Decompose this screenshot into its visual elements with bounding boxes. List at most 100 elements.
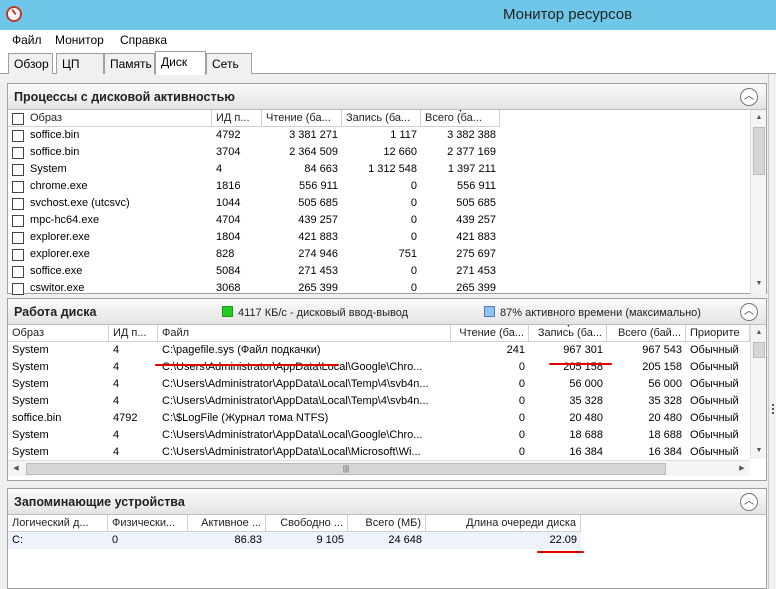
storage-section: Запоминающие устройства ︿ Логический д..… — [7, 488, 767, 589]
disk-activity-scroll-thumb[interactable] — [753, 342, 765, 358]
process-read: 505 685 — [298, 197, 338, 209]
menu-help[interactable]: Справка — [120, 33, 167, 47]
process-read: 439 257 — [298, 214, 338, 226]
process-pid: 4 — [216, 163, 223, 175]
process-pid: 5084 — [216, 265, 241, 277]
collapse-disk-activity-button[interactable]: ︿ — [740, 303, 758, 321]
disk-activity-header[interactable]: Работа диска 4117 КБ/с - дисковый ввод-в… — [8, 299, 766, 325]
row-checkbox[interactable] — [12, 164, 24, 176]
processes-vscrollbar[interactable]: ▲ ▼ — [750, 110, 766, 294]
da-file: C:\Users\Administrator\AppData\Local\Goo… — [162, 361, 423, 373]
tab-network[interactable]: Сеть — [206, 53, 252, 74]
row-checkbox[interactable] — [12, 181, 24, 193]
process-read: 84 663 — [304, 163, 338, 175]
col-da-file[interactable]: Файл — [158, 325, 451, 342]
process-read: 556 911 — [299, 180, 338, 192]
processes-header[interactable]: Процессы с дисковой активностью ︿ — [8, 84, 766, 110]
scroll-up-arrow-icon[interactable]: ▲ — [751, 325, 767, 341]
process-write: 1 117 — [390, 129, 417, 141]
storage-title: Запоминающие устройства — [14, 495, 185, 509]
collapse-processes-button[interactable]: ︿ — [740, 88, 758, 106]
da-total: 20 480 — [648, 412, 682, 424]
col-da-pid[interactable]: ИД п... — [109, 325, 158, 342]
col-da-image[interactable]: Образ — [8, 325, 109, 342]
da-priority: Обычный — [690, 412, 739, 424]
collapse-storage-button[interactable]: ︿ — [740, 493, 758, 511]
scroll-down-arrow-icon[interactable]: ▼ — [751, 276, 767, 292]
storage-header[interactable]: Запоминающие устройства ︿ — [8, 489, 766, 515]
disk-activity-hscroll-thumb[interactable]: ||| — [26, 463, 666, 475]
row-checkbox[interactable] — [12, 283, 24, 295]
row-checkbox[interactable] — [12, 147, 24, 159]
process-read: 265 399 — [298, 282, 338, 294]
tab-cpu[interactable]: ЦП — [56, 53, 104, 74]
storage-queue: 22.09 — [426, 532, 581, 549]
scroll-down-arrow-icon[interactable]: ▼ — [751, 443, 767, 459]
process-write: 0 — [410, 265, 417, 277]
col-physical[interactable]: Физически... — [108, 515, 188, 532]
col-da-total[interactable]: Всего (бай... — [607, 325, 686, 342]
window-title: Монитор ресурсов — [503, 6, 633, 23]
process-image: soffice.exe — [30, 265, 83, 277]
col-image[interactable]: Образ — [8, 110, 212, 127]
da-pid: 4 — [113, 429, 120, 441]
annotation-pagefile-underline — [155, 364, 339, 366]
tab-disk[interactable]: Диск — [155, 51, 206, 75]
process-read: 271 453 — [298, 265, 338, 277]
col-read[interactable]: Чтение (ба... — [262, 110, 342, 127]
select-all-checkbox[interactable] — [12, 113, 24, 125]
process-total: 2 377 169 — [447, 146, 496, 158]
storage-physical: 0 — [108, 532, 188, 549]
scroll-left-arrow-icon[interactable]: ◀ — [8, 461, 24, 477]
menu-bar: Файл Монитор Справка — [0, 30, 776, 50]
tab-memory[interactable]: Память — [104, 53, 155, 74]
row-checkbox[interactable] — [12, 215, 24, 227]
disk-activity-hscrollbar[interactable]: ◀ ||| ▶ — [8, 460, 750, 476]
sort-desc-icon: ▼ — [565, 325, 572, 329]
da-read: 0 — [518, 412, 525, 424]
col-write[interactable]: Запись (ба... — [342, 110, 421, 127]
process-image: cswitor.exe — [30, 282, 85, 294]
col-da-read[interactable]: Чтение (ба... — [451, 325, 529, 342]
row-checkbox[interactable] — [12, 130, 24, 142]
processes-title: Процессы с дисковой активностью — [14, 90, 235, 104]
col-da-priority[interactable]: Приорите — [686, 325, 750, 342]
tab-overview[interactable]: Обзор — [8, 53, 53, 74]
process-read: 3 381 271 — [289, 129, 338, 141]
da-priority: Обычный — [690, 378, 739, 390]
row-checkbox[interactable] — [12, 198, 24, 210]
tab-bar: Обзор ЦП Память Диск Сеть — [0, 50, 776, 75]
scroll-up-arrow-icon[interactable]: ▲ — [751, 110, 767, 126]
storage-logical: C: — [8, 532, 108, 549]
col-free[interactable]: Свободно ... — [266, 515, 348, 532]
col-queue-length[interactable]: Длина очереди диска — [426, 515, 581, 532]
da-file: C:\Users\Administrator\AppData\Local\Mic… — [162, 446, 421, 458]
col-active[interactable]: Активное ... — [188, 515, 266, 532]
menu-monitor[interactable]: Монитор — [55, 33, 104, 47]
col-total[interactable]: Всего (ба... ▼ — [421, 110, 500, 127]
da-image: System — [12, 361, 49, 373]
resource-monitor-icon[interactable] — [6, 6, 22, 22]
process-total: 265 399 — [456, 282, 496, 294]
col-da-write[interactable]: Запись (ба... ▼ — [529, 325, 607, 342]
menu-file[interactable]: Файл — [12, 33, 42, 47]
right-panel-splitter[interactable] — [768, 74, 776, 589]
da-write: 20 480 — [569, 412, 603, 424]
da-read: 0 — [518, 395, 525, 407]
row-checkbox[interactable] — [12, 266, 24, 278]
scroll-right-arrow-icon[interactable]: ▶ — [734, 461, 750, 477]
col-total-mb[interactable]: Всего (МБ) — [348, 515, 426, 532]
disk-activity-vscrollbar[interactable]: ▲ ▼ — [750, 325, 766, 459]
row-checkbox[interactable] — [12, 249, 24, 261]
processes-scroll-thumb[interactable] — [753, 127, 765, 175]
process-pid: 3704 — [216, 146, 241, 158]
row-checkbox[interactable] — [12, 232, 24, 244]
da-pid: 4 — [113, 378, 120, 390]
col-logical[interactable]: Логический д... — [8, 515, 108, 532]
annotation-queue-underline — [537, 551, 584, 553]
process-pid: 4704 — [216, 214, 241, 226]
process-read: 2 364 509 — [289, 146, 338, 158]
process-read: 421 883 — [298, 231, 338, 243]
col-pid[interactable]: ИД п... — [212, 110, 262, 127]
active-time-legend-swatch — [484, 306, 495, 317]
